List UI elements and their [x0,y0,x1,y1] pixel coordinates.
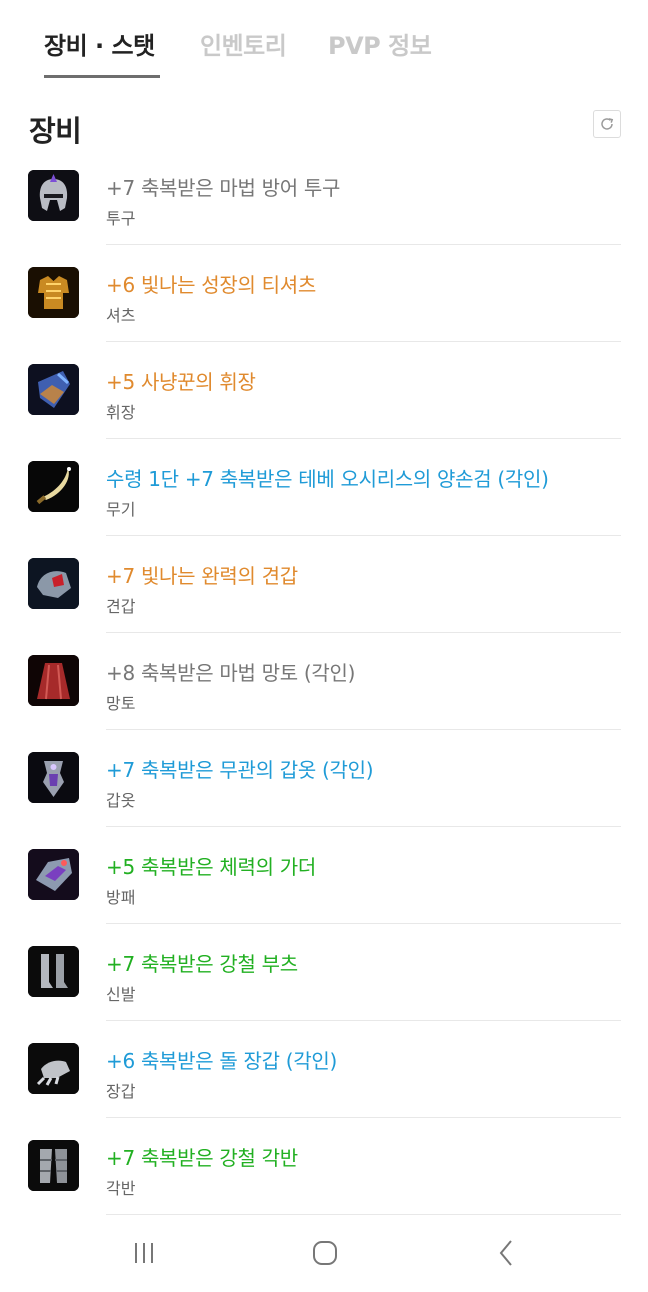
home-button[interactable] [290,1222,360,1284]
helmet-icon [28,170,79,221]
greaves-icon [28,1140,79,1191]
equipment-row[interactable]: +7 빛나는 완력의 견갑견갑 [0,536,648,633]
active-tab-indicator [44,75,160,78]
back-button[interactable] [472,1222,542,1284]
tab-pvp-info[interactable]: PVP 정보 [328,26,432,61]
equipment-row[interactable]: +7 축복받은 무관의 갑옷 (각인) 갑옷 [0,730,648,827]
tab-equipment-stats[interactable]: 장비 · 스탯 [44,26,155,61]
equipment-row[interactable]: +5 축복받은 체력의 가더방패 [0,827,648,924]
item-name: +7 축복받은 강철 각반 [106,1146,298,1170]
recent-apps-icon [135,1243,153,1263]
item-slot: 갑옷 [106,791,136,810]
item-name: +8 축복받은 마법 망토 (각인) [106,661,356,685]
tab-inventory[interactable]: 인벤토리 [200,26,287,61]
pauldron-icon [28,558,79,609]
item-slot: 무기 [106,500,136,519]
item-name: +6 축복받은 돌 장갑 (각인) [106,1049,338,1073]
item-slot: 휘장 [106,403,136,422]
item-slot: 장갑 [106,1082,136,1101]
item-name: +7 축복받은 강철 부츠 [106,952,298,976]
equipment-row[interactable]: +5 사냥꾼의 휘장휘장 [0,342,648,439]
equipment-row[interactable]: +6 축복받은 돌 장갑 (각인) 장갑 [0,1021,648,1118]
equipment-row[interactable]: +7 축복받은 강철 각반각반 [0,1118,648,1215]
shirt-icon [28,267,79,318]
item-name: +5 사냥꾼의 휘장 [106,370,256,394]
system-nav-bar [0,1222,648,1292]
guarder-icon [28,849,79,900]
boots-icon [28,946,79,997]
item-name: +5 축복받은 체력의 가더 [106,855,316,879]
equipment-row[interactable]: +7 축복받은 마법 방어 투구투구 [0,148,648,245]
recent-apps-button[interactable] [109,1222,179,1284]
sword-icon [28,461,79,512]
item-name: 수령 1단 +7 축복받은 테베 오시리스의 양손검 (각인) [106,467,549,491]
equipment-row[interactable]: +7 축복받은 강철 부츠신발 [0,924,648,1021]
item-slot: 투구 [106,209,136,228]
refresh-icon [601,118,614,130]
section-title: 장비 [29,114,82,148]
item-name: +7 축복받은 마법 방어 투구 [106,176,341,200]
gloves-icon [28,1043,79,1094]
home-icon [313,1241,337,1265]
divider [106,1214,621,1215]
equipment-row[interactable]: 수령 1단 +7 축복받은 테베 오시리스의 양손검 (각인) 무기 [0,439,648,536]
item-slot: 신발 [106,985,136,1004]
refresh-button[interactable] [593,110,621,138]
armor-icon [28,752,79,803]
equipment-row[interactable]: +6 빛나는 성장의 티셔츠셔츠 [0,245,648,342]
cloak-icon [28,655,79,706]
item-name: +7 축복받은 무관의 갑옷 (각인) [106,758,374,782]
item-slot: 셔츠 [106,306,136,325]
emblem-icon [28,364,79,415]
item-slot: 견갑 [106,597,136,616]
tab-bar: 장비 · 스탯 인벤토리 PVP 정보 [0,0,648,80]
equipment-list: +7 축복받은 마법 방어 투구 투구 +6 빛나는 성장의 티셔츠 셔츠 +5 사냥꾼… [0,148,648,1215]
item-slot: 방패 [106,888,136,907]
equipment-row[interactable]: +8 축복받은 마법 망토 (각인) 망토 [0,633,648,730]
item-slot: 망토 [106,694,136,713]
back-icon [499,1240,512,1266]
item-name: +7 빛나는 완력의 견갑 [106,564,298,588]
item-slot: 각반 [106,1179,136,1198]
item-name: +6 빛나는 성장의 티셔츠 [106,273,316,297]
